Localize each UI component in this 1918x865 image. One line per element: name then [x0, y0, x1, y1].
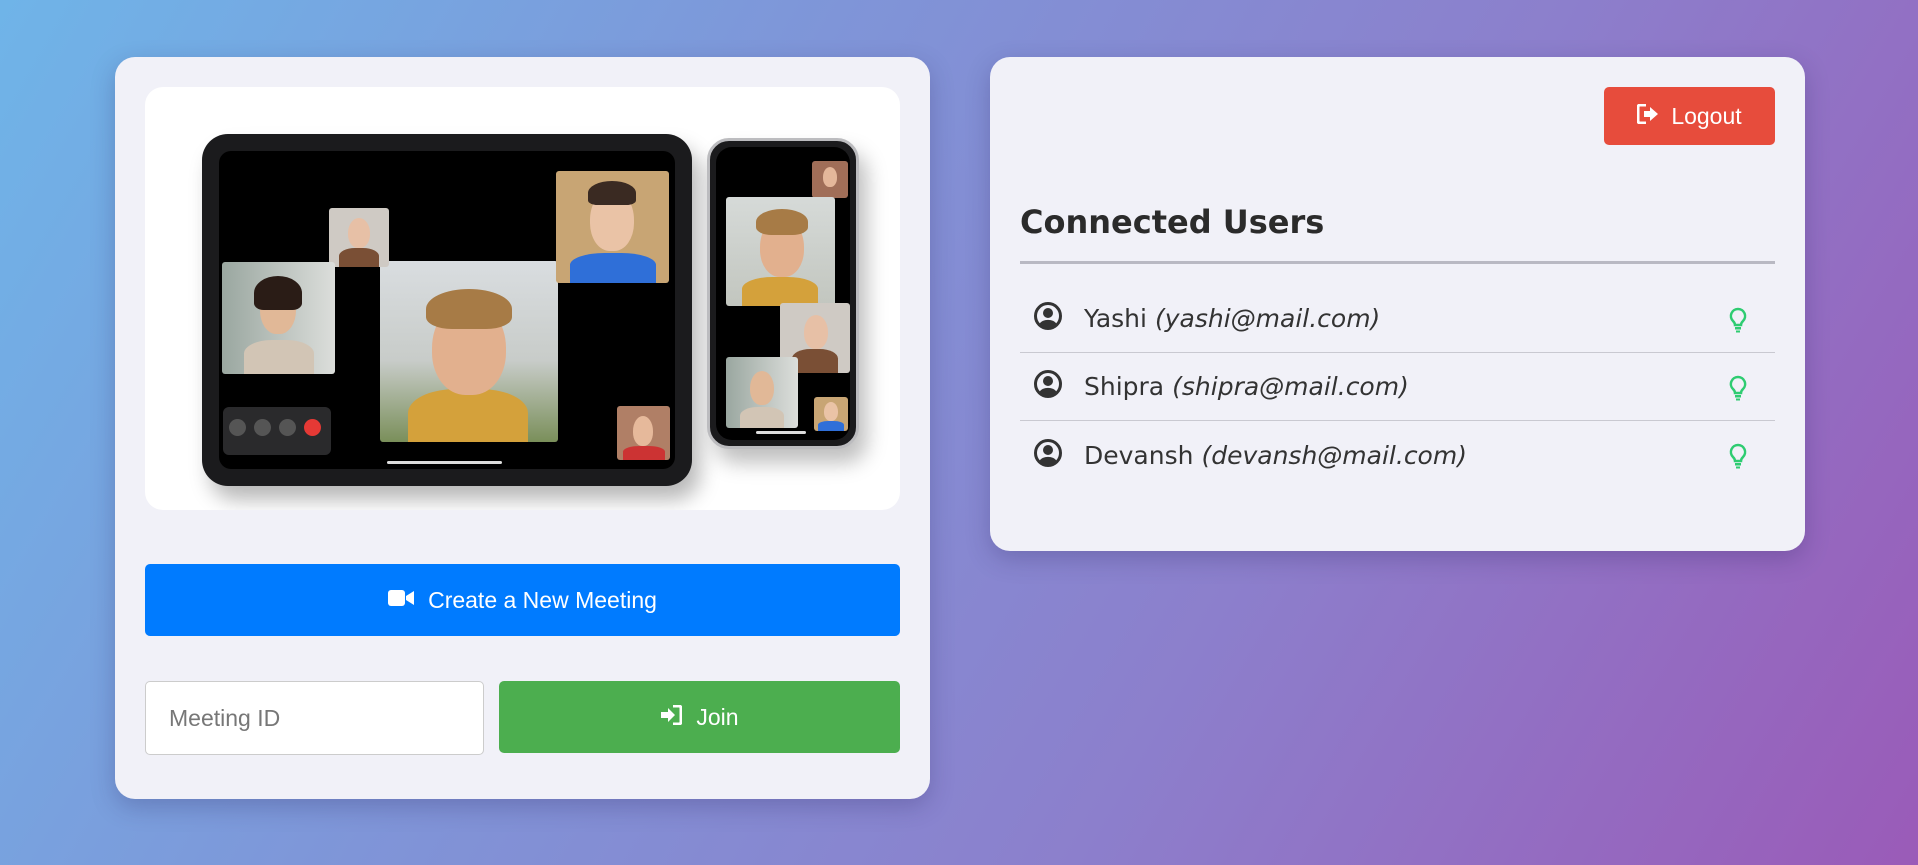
- meeting-id-input[interactable]: [145, 681, 484, 755]
- logout-button[interactable]: Logout: [1604, 87, 1775, 145]
- user-email: (devansh@mail.com): [1201, 440, 1467, 470]
- user-name: Shipra: [1084, 372, 1165, 401]
- connected-users-title: Connected Users: [1020, 203, 1325, 241]
- logout-label: Logout: [1671, 102, 1742, 129]
- tablet-illustration: [202, 134, 692, 486]
- create-meeting-label: Create a New Meeting: [428, 586, 657, 613]
- connected-users-card: Logout Connected Users Yashi (yashi@mail…: [990, 57, 1805, 551]
- divider: [1020, 261, 1775, 264]
- lightbulb-icon: [1729, 443, 1747, 474]
- user-email: (yashi@mail.com): [1154, 304, 1381, 333]
- list-item: Shipra (shipra@mail.com): [1020, 353, 1775, 421]
- lightbulb-icon: [1729, 375, 1747, 406]
- join-label: Join: [696, 703, 739, 730]
- list-item: Devansh (devansh@mail.com): [1020, 421, 1775, 489]
- user-name: Devansh: [1084, 440, 1194, 470]
- meeting-card: Create a New Meeting Join: [115, 57, 930, 799]
- user-list: Yashi (yashi@mail.com) Shipra (shipra@ma…: [1020, 285, 1775, 489]
- phone-illustration: [707, 138, 859, 449]
- user-circle-icon: [1034, 438, 1062, 472]
- join-button[interactable]: Join: [499, 681, 900, 753]
- sign-out-icon: [1636, 103, 1659, 130]
- sign-in-icon: [660, 704, 683, 731]
- create-meeting-button[interactable]: Create a New Meeting: [145, 564, 900, 636]
- user-circle-icon: [1034, 370, 1062, 403]
- user-email: (shipra@mail.com): [1172, 372, 1409, 401]
- video-camera-icon: [388, 587, 415, 614]
- lightbulb-icon: [1729, 307, 1747, 338]
- user-circle-icon: [1034, 302, 1062, 335]
- video-call-illustration: [145, 87, 900, 510]
- user-name: Yashi: [1084, 304, 1147, 333]
- list-item: Yashi (yashi@mail.com): [1020, 285, 1775, 353]
